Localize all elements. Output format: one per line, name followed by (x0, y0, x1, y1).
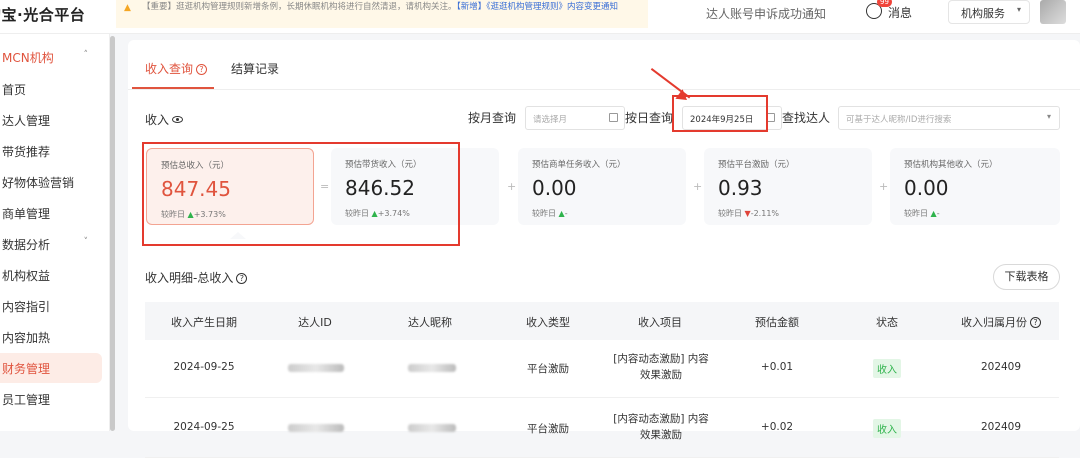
sidebar-scrollbar[interactable] (110, 36, 115, 431)
sidebar-group-label: MCN机构 (2, 51, 54, 65)
metric-label: 预估机构其他收入（元） (904, 160, 998, 170)
notice-text: 【重要】逛逛机构管理规则新增条例，长期休眠机构将进行自然清退，请机构关注。 (142, 2, 457, 12)
metric-platform-incentive[interactable]: 预估平台激励（元） 0.93 较昨日 ▼-2.11% (704, 148, 872, 225)
detail-title: 收入明细-总收入? (145, 269, 248, 286)
cell-amount: +0.01 (760, 361, 794, 373)
messages-label[interactable]: 消息 (888, 4, 912, 21)
month-picker[interactable]: 请选择月 (525, 106, 625, 130)
sidebar-group-mcn[interactable]: MCN机构 ˄ (0, 42, 102, 72)
tab-settlement[interactable]: 结算记录 (231, 60, 279, 77)
metric-label: 预估平台激励（元） (718, 160, 795, 170)
tab-label: 收入查询 (145, 62, 194, 76)
table-header: 收入产生日期 达人ID 达人昵称 收入类型 收入项目 预估金额 状态 收入归属月… (145, 302, 1059, 340)
org-service-label: 机构服务 (961, 7, 1005, 20)
help-icon[interactable]: ? (196, 64, 208, 75)
talent-search-select[interactable]: 可基于达人昵称/ID进行搜索 ▾ (838, 106, 1060, 130)
cell-amount: +0.02 (760, 421, 794, 433)
sidebar-item-guide[interactable]: 内容指引 (0, 291, 102, 321)
cell-item: [内容动态激励] 内容效果激励 (613, 353, 709, 381)
top-bar: 淘宝·光合平台 ▲ 【重要】逛逛机构管理规则新增条例，长期休眠机构将进行自然清退… (0, 0, 1080, 34)
sidebar-item-boost[interactable]: 内容加热 (0, 322, 102, 352)
sidebar-item-finance[interactable]: 财务管理 (0, 353, 102, 383)
chevron-up-icon: ˄ (83, 50, 89, 60)
metric-compare: 较昨日 ▲- (532, 209, 568, 218)
chevron-down-icon: ▾ (1046, 112, 1051, 121)
warning-icon: ▲ (124, 3, 131, 13)
notice-banner[interactable]: ▲ 【重要】逛逛机构管理规则新增条例，长期休眠机构将进行自然清退，请机构关注。【… (116, 0, 648, 28)
redacted-nickname (408, 364, 456, 372)
sidebar-item-experience[interactable]: 好物体验营销 (0, 167, 102, 197)
notice-link[interactable]: 【新增】《逛逛机构管理规则》内容变更通知 (457, 2, 619, 12)
tab-active-indicator (132, 87, 214, 89)
chevron-down-icon: ▾ (1016, 5, 1021, 14)
sidebar-item-rights[interactable]: 机构权益 (0, 260, 102, 290)
month-placeholder: 请选择月 (533, 115, 568, 125)
cell-type: 平台激励 (527, 423, 569, 435)
column-header-status[interactable]: 状态 (847, 314, 927, 330)
help-icon[interactable]: ? (1030, 317, 1041, 328)
eye-icon[interactable] (172, 116, 184, 123)
metric-value: 0.93 (718, 176, 763, 200)
cell-month: 202409 (980, 421, 1022, 433)
metric-value: 0.00 (532, 176, 577, 200)
sidebar: MCN机构 ˄ 首页 达人管理 带货推荐 好物体验营销 商单管理 数据分析 ˅ … (0, 34, 110, 431)
metric-compare: 较昨日 ▲- (904, 209, 940, 218)
income-section-title: 收入 (145, 111, 184, 128)
cell-month: 202409 (980, 361, 1022, 373)
redacted-talent-id (288, 364, 344, 372)
column-header-month[interactable]: 收入归属月份? (953, 314, 1049, 330)
chevron-down-icon: ˅ (83, 237, 89, 247)
status-badge: 收入 (873, 359, 901, 378)
sidebar-item-home[interactable]: 首页 (0, 74, 102, 104)
table-row[interactable]: 2024-09-25 平台激励 [内容动态激励] 内容效果激励 +0.02 收入… (145, 400, 1059, 458)
table-row[interactable]: 2024-09-25 平台激励 [内容动态激励] 内容效果激励 +0.01 收入… (145, 340, 1059, 398)
column-header-amount[interactable]: 预估金额 (732, 314, 822, 330)
column-header-nickname[interactable]: 达人昵称 (385, 314, 475, 330)
by-day-label: 按日查询 (625, 111, 674, 125)
by-month-label: 按月查询 (468, 111, 517, 125)
metric-other-income[interactable]: 预估机构其他收入（元） 0.00 较昨日 ▲- (890, 148, 1060, 225)
plus-operator: + (879, 180, 889, 193)
marquee-message[interactable]: 达人账号申诉成功通知 (706, 5, 826, 22)
sidebar-item-label: 数据分析 (2, 238, 51, 252)
plus-operator: + (693, 180, 703, 193)
sidebar-item-staff[interactable]: 员工管理 (0, 384, 102, 414)
sidebar-item-orders[interactable]: 商单管理 (0, 198, 102, 228)
download-table-button[interactable]: 下载表格 (993, 264, 1060, 290)
cell-date: 2024-09-25 (173, 421, 235, 433)
cell-type: 平台激励 (527, 363, 569, 375)
cell-item: [内容动态激励] 内容效果激励 (613, 413, 709, 441)
org-service-dropdown[interactable]: 机构服务 ▾ (948, 0, 1030, 24)
metric-value: 0.00 (904, 176, 949, 200)
metric-compare: 较昨日 ▼-2.11% (718, 209, 780, 218)
sidebar-item-recommend[interactable]: 带货推荐 (0, 136, 102, 166)
help-icon[interactable]: ? (236, 273, 248, 284)
tab-income-query[interactable]: 收入查询? (145, 60, 208, 77)
plus-operator: + (507, 180, 517, 193)
status-badge: 收入 (873, 419, 901, 438)
column-header-type[interactable]: 收入类型 (503, 314, 593, 330)
sidebar-item-talent[interactable]: 达人管理 (0, 105, 102, 135)
sidebar-item-analytics[interactable]: 数据分析 ˅ (0, 229, 102, 259)
column-header-talent-id[interactable]: 达人ID (275, 314, 355, 330)
avatar[interactable] (1040, 0, 1066, 24)
platform-logo[interactable]: 淘宝·光合平台 (0, 4, 85, 25)
find-talent-label: 查找达人 (782, 111, 831, 125)
income-label: 收入 (145, 113, 170, 127)
column-header-item[interactable]: 收入项目 (615, 314, 705, 330)
detail-title-label: 收入明细-总收入 (145, 271, 234, 285)
tab-divider (128, 89, 1080, 90)
calendar-icon (609, 113, 618, 122)
cell-date: 2024-09-25 (173, 361, 235, 373)
talent-search-placeholder: 可基于达人昵称/ID进行搜索 (846, 115, 952, 125)
metric-label: 预估商单任务收入（元） (532, 160, 626, 170)
annotation-box-metrics (142, 142, 460, 246)
column-header-date[interactable]: 收入产生日期 (159, 314, 249, 330)
metric-order-income[interactable]: 预估商单任务收入（元） 0.00 较昨日 ▲- (518, 148, 686, 225)
